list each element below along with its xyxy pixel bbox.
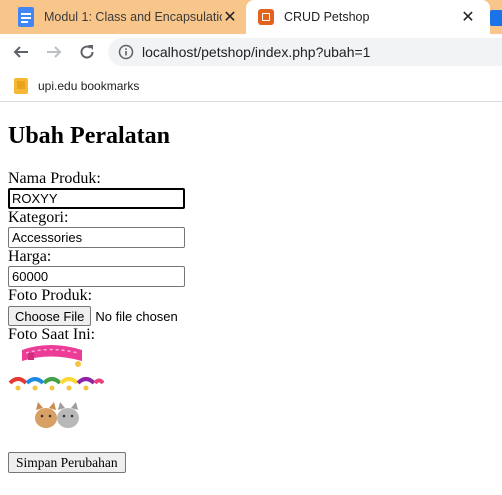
nama-produk-input[interactable] xyxy=(8,188,185,209)
reload-button[interactable] xyxy=(75,40,99,64)
close-icon[interactable]: ✕ xyxy=(460,9,476,26)
forward-button[interactable] xyxy=(42,40,66,64)
kategori-input[interactable] xyxy=(8,227,185,248)
back-button[interactable] xyxy=(9,40,33,64)
nama-produk-label: Nama Produk: xyxy=(8,170,101,187)
page-content: Ubah Peralatan Nama Produk: Kategori: Ha… xyxy=(0,102,502,495)
browser-toolbar: localhost/petshop/index.php?ubah=1 xyxy=(0,34,502,70)
google-docs-icon xyxy=(18,7,34,27)
product-photo xyxy=(8,345,104,428)
tab-modul-1[interactable]: Modul 1: Class and Encapsulation ✕ xyxy=(0,0,246,34)
kategori-label: Kategori: xyxy=(8,209,69,226)
save-changes-button[interactable]: Simpan Perubahan xyxy=(8,452,126,473)
tab-strip: Modul 1: Class and Encapsulation ✕ CRUD … xyxy=(0,0,502,34)
foto-produk-file-input[interactable]: Choose File No file chosen xyxy=(8,305,178,327)
tab-title: CRUD Petshop xyxy=(284,10,370,24)
new-tab-edge xyxy=(490,10,502,26)
bookmarks-bar: upi.edu bookmarks xyxy=(0,70,502,102)
harga-input[interactable] xyxy=(8,266,185,287)
info-icon[interactable] xyxy=(118,44,134,60)
bookmark-folder-icon xyxy=(14,78,28,94)
url-text: localhost/petshop/index.php?ubah=1 xyxy=(142,44,371,60)
reload-icon xyxy=(80,45,94,59)
xampp-icon xyxy=(258,9,274,25)
tab-title: Modul 1: Class and Encapsulation xyxy=(44,10,222,24)
harga-label: Harga: xyxy=(8,248,52,265)
back-arrow-icon xyxy=(13,46,28,58)
address-bar[interactable]: localhost/petshop/index.php?ubah=1 xyxy=(108,38,502,66)
tab-crud-petshop[interactable]: CRUD Petshop ✕ xyxy=(246,0,490,34)
close-icon[interactable]: ✕ xyxy=(222,9,238,26)
bookmark-upi-edu[interactable]: upi.edu bookmarks xyxy=(14,76,139,96)
choose-file-button[interactable]: Choose File xyxy=(8,306,92,326)
foto-produk-label: Foto Produk: xyxy=(8,287,93,304)
page-title: Ubah Peralatan xyxy=(8,123,170,149)
bookmark-label: upi.edu bookmarks xyxy=(38,79,140,93)
forward-arrow-icon xyxy=(47,46,62,58)
file-status-text: No file chosen xyxy=(95,308,178,324)
